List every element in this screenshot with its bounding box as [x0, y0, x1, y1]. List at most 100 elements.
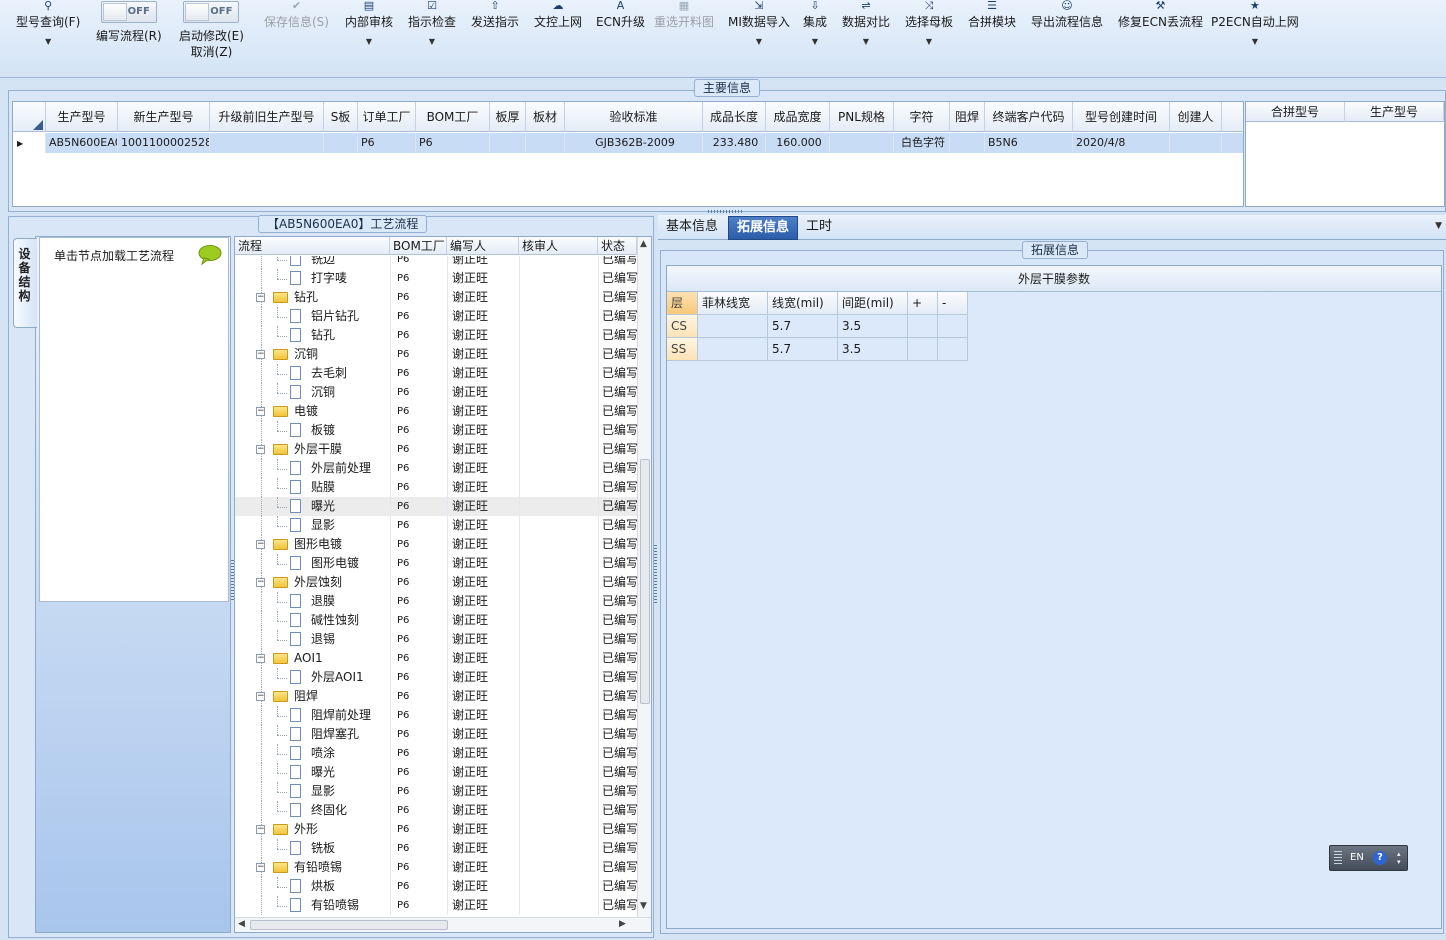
toolbar-button-4[interactable]: ▤ 内部审核 ▼: [345, 0, 393, 78]
column-header[interactable]: 型号创建时间: [1073, 102, 1170, 132]
column-header[interactable]: 阻焊: [950, 102, 985, 132]
process-column-header[interactable]: 编写人: [447, 237, 519, 255]
tree-horizontal-scrollbar[interactable]: ◀ ▶: [235, 917, 651, 932]
dropdown-caret-icon[interactable]: ▼: [926, 38, 932, 46]
param-cell[interactable]: [698, 338, 768, 361]
load-process-box[interactable]: 单击节点加载工艺流程: [39, 237, 229, 602]
process-column-header[interactable]: 核审人: [519, 237, 598, 255]
tree-row[interactable]: 图形电镀 P6 谢正旺 已编写: [235, 554, 637, 573]
table-cell[interactable]: 160.000: [766, 133, 830, 153]
tree-row[interactable]: − 外形 P6 谢正旺 已编写: [235, 820, 637, 839]
middle-splitter[interactable]: [654, 545, 657, 605]
scroll-down-arrow-icon[interactable]: ▼: [640, 901, 647, 911]
collapse-toggle-icon[interactable]: −: [256, 825, 265, 834]
process-column-header[interactable]: BOM工厂: [390, 237, 447, 255]
column-header[interactable]: BOM工厂: [416, 102, 490, 132]
merge-col-header[interactable]: 合拼型号: [1246, 102, 1345, 122]
tree-row[interactable]: 贴膜 P6 谢正旺 已编写: [235, 478, 637, 497]
column-header[interactable]: 生产型号: [46, 102, 118, 132]
column-header[interactable]: PNL规格: [830, 102, 894, 132]
tree-row[interactable]: 有铅喷锡 P6 谢正旺 已编写: [235, 896, 637, 915]
toolbar-button-14[interactable]: ☰ 合拼模块: [968, 0, 1016, 78]
tree-row[interactable]: 喷涂 P6 谢正旺 已编写: [235, 744, 637, 763]
tree-row[interactable]: 外层AOI1 P6 谢正旺 已编写: [235, 668, 637, 687]
collapse-toggle-icon[interactable]: −: [256, 578, 265, 587]
dropdown-caret-icon[interactable]: ▼: [366, 38, 372, 46]
param-cell[interactable]: [908, 338, 938, 361]
toolbar-button-5[interactable]: ☑ 指示检查 ▼: [408, 0, 456, 78]
tree-row[interactable]: 钻孔 P6 谢正旺 已编写: [235, 326, 637, 345]
tree-row[interactable]: 阻焊前处理 P6 谢正旺 已编写: [235, 706, 637, 725]
table-cell[interactable]: [324, 133, 358, 153]
table-cell[interactable]: 白色字符: [894, 133, 950, 153]
toolbar-button-3[interactable]: ✔ 保存信息(S): [264, 0, 329, 78]
column-header[interactable]: 成品长度: [703, 102, 766, 132]
tab-extended-info[interactable]: 拓展信息: [728, 216, 799, 240]
table-cell[interactable]: [830, 133, 894, 153]
scroll-thumb[interactable]: [640, 459, 650, 704]
table-cell[interactable]: B5N6: [985, 133, 1073, 153]
process-column-header[interactable]: 状态: [598, 237, 637, 255]
param-cell[interactable]: 3.5: [838, 315, 908, 338]
tree-row[interactable]: 终固化 P6 谢正旺 已编写: [235, 801, 637, 820]
scroll-thumb-horizontal[interactable]: [250, 920, 448, 930]
help-icon[interactable]: ?: [1373, 851, 1387, 865]
column-header[interactable]: 成品宽度: [766, 102, 830, 132]
dropdown-caret-icon[interactable]: ▼: [429, 38, 435, 46]
column-header[interactable]: 字符: [894, 102, 950, 132]
toolbar-button-10[interactable]: ⇲ MI数据导入 ▼: [728, 0, 790, 78]
ime-language[interactable]: EN: [1350, 852, 1364, 863]
column-header[interactable]: S板: [324, 102, 358, 132]
collapse-toggle-icon[interactable]: −: [256, 350, 265, 359]
collapse-toggle-icon[interactable]: −: [256, 863, 265, 872]
table-cell[interactable]: 2020/4/8: [1073, 133, 1170, 153]
param-row-header[interactable]: CS: [667, 315, 698, 338]
tree-row[interactable]: 显影 P6 谢正旺 已编写: [235, 516, 637, 535]
table-cell[interactable]: [526, 133, 565, 153]
toggle-switch[interactable]: OFF: [183, 1, 240, 23]
toolbar-button-9[interactable]: ▦ 重选开料图: [654, 0, 714, 78]
tree-row[interactable]: 铝片钻孔 P6 谢正旺 已编写: [235, 307, 637, 326]
process-column-header[interactable]: 流程: [235, 237, 390, 255]
grid-corner[interactable]: [13, 102, 46, 132]
tree-row[interactable]: 曝光 P6 谢正旺 已编写: [235, 497, 637, 516]
column-header[interactable]: 新生产型号: [118, 102, 210, 132]
param-cell[interactable]: 5.7: [768, 315, 838, 338]
column-header[interactable]: 板厚: [490, 102, 526, 132]
tree-row[interactable]: − 钻孔 P6 谢正旺 已编写: [235, 288, 637, 307]
param-cell[interactable]: 3.5: [838, 338, 908, 361]
toolbar-button-7[interactable]: ☁ 文控上网: [534, 0, 582, 78]
toolbar-button-17[interactable]: ★ P2ECN自动上网 ▼: [1211, 0, 1299, 78]
dropdown-caret-icon[interactable]: ▼: [812, 38, 818, 46]
dropdown-caret-icon[interactable]: ▼: [756, 38, 762, 46]
table-cell[interactable]: [1170, 133, 1222, 153]
table-cell[interactable]: 233.480: [703, 133, 766, 153]
table-cell[interactable]: 10011000025280: [118, 133, 210, 153]
table-cell[interactable]: [210, 133, 324, 153]
table-cell[interactable]: AB5N600EA0: [46, 133, 118, 153]
collapse-toggle-icon[interactable]: −: [256, 445, 265, 454]
toolbar-button-6[interactable]: ⇧ 发送指示: [471, 0, 519, 78]
tab-device-structure[interactable]: 设备结构: [13, 238, 37, 328]
column-header[interactable]: 升级前旧生产型号: [210, 102, 324, 132]
tree-row[interactable]: 显影 P6 谢正旺 已编写: [235, 782, 637, 801]
tree-row[interactable]: − AOI1 P6 谢正旺 已编写: [235, 649, 637, 668]
ime-grip-icon[interactable]: [1334, 851, 1342, 865]
merge-col-header[interactable]: 生产型号: [1345, 102, 1444, 122]
param-cell[interactable]: [938, 338, 968, 361]
toolbar-label-secondary[interactable]: 取消(Z): [191, 44, 233, 60]
collapse-toggle-icon[interactable]: −: [256, 293, 265, 302]
column-header[interactable]: 终端客户代码: [985, 102, 1073, 132]
dropdown-caret-icon[interactable]: ▼: [863, 38, 869, 46]
ime-toolbar[interactable]: EN ? ▴ ▾: [1329, 845, 1408, 871]
collapse-toggle-icon[interactable]: −: [256, 407, 265, 416]
toolbar-button-13[interactable]: ⤨ 选择母板 ▼: [905, 0, 953, 78]
scroll-left-arrow-icon[interactable]: ◀: [238, 919, 245, 929]
param-cell[interactable]: [908, 315, 938, 338]
tree-row[interactable]: − 沉铜 P6 谢正旺 已编写: [235, 345, 637, 364]
tree-row[interactable]: 曝光 P6 谢正旺 已编写: [235, 763, 637, 782]
collapse-toggle-icon[interactable]: −: [256, 654, 265, 663]
tree-row[interactable]: 去毛刺 P6 谢正旺 已编写: [235, 364, 637, 383]
tab-work-hours[interactable]: 工时: [798, 216, 840, 240]
horizontal-splitter[interactable]: [708, 210, 744, 213]
